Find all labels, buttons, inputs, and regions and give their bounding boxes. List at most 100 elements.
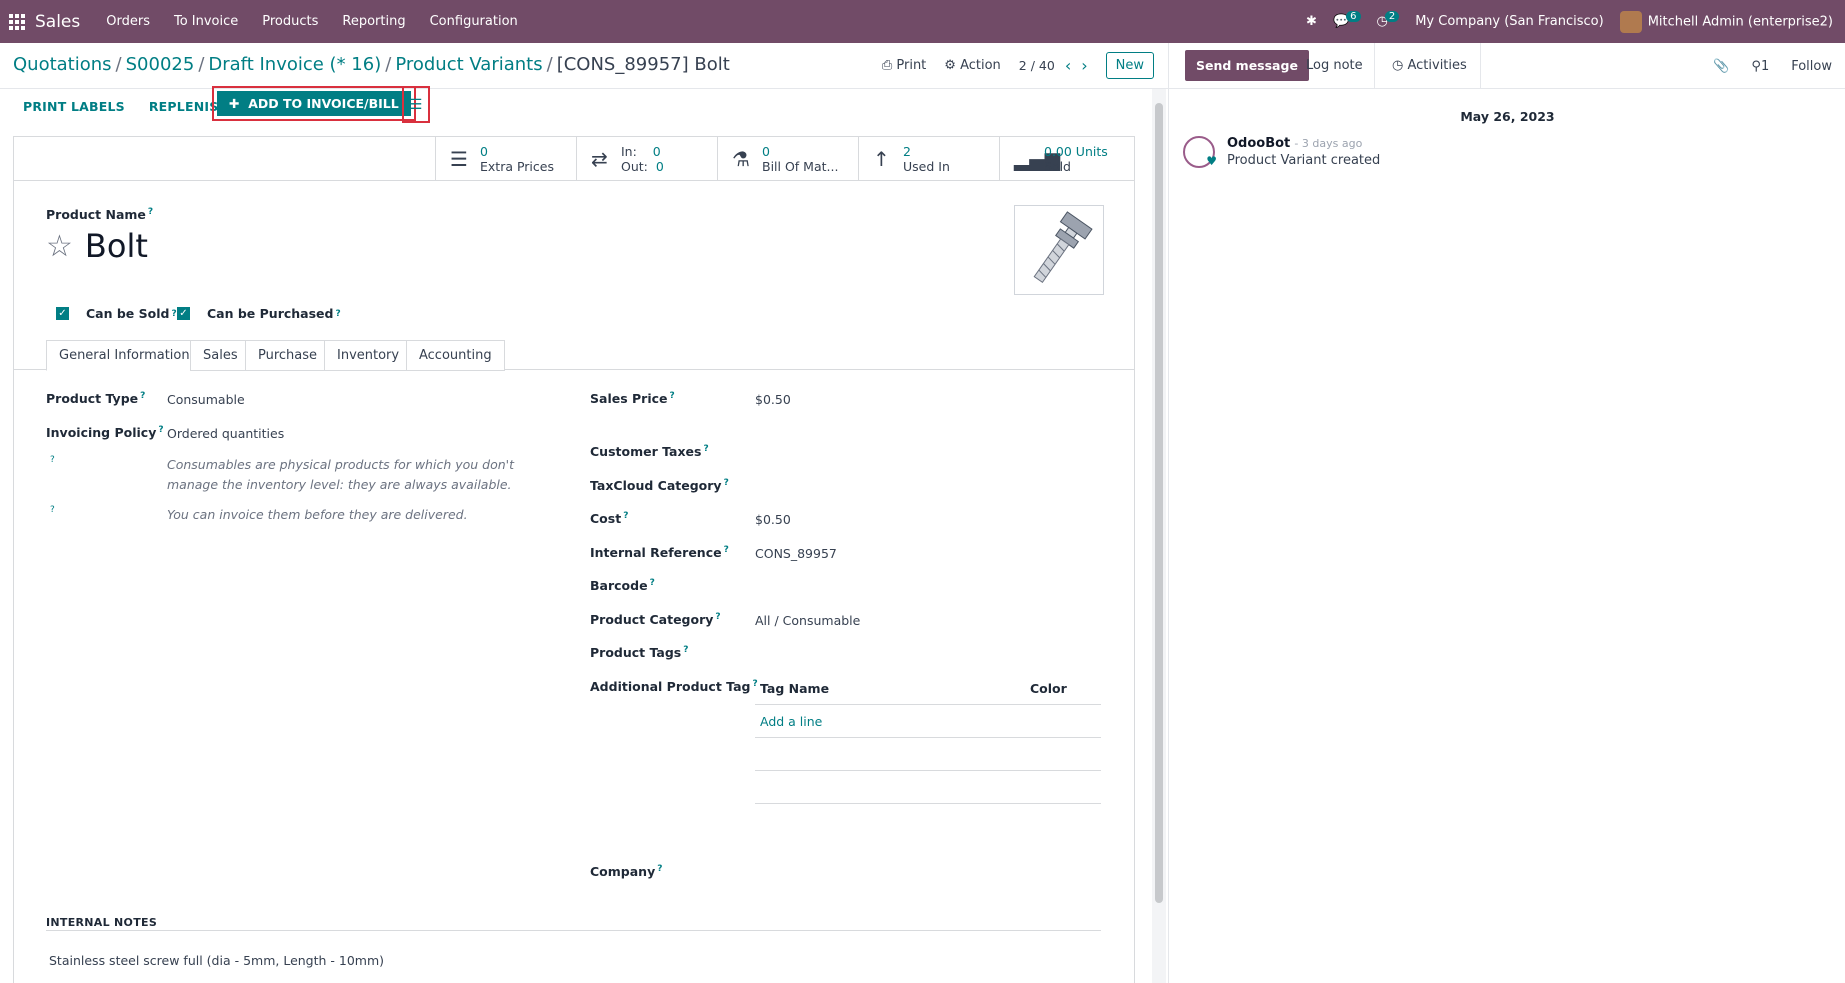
chevron-left-icon[interactable]: ‹ xyxy=(1065,56,1071,75)
stat-in-out[interactable]: ⇄ In: 0 Out: 0 xyxy=(576,137,717,181)
cost-field[interactable]: $0.50 xyxy=(755,512,791,527)
can-be-sold-checkbox[interactable]: ✓ Can be Sold? xyxy=(56,306,177,321)
stat-used-in[interactable]: ↑ 2 Used In xyxy=(858,137,999,181)
odoobot-avatar[interactable]: ♥ xyxy=(1183,136,1217,168)
add-to-invoice-button[interactable]: ✚ ADD TO INVOICE/BILL xyxy=(217,91,411,116)
action-button[interactable]: ⚙ Action xyxy=(944,58,1001,73)
cost-label: Cost? xyxy=(590,511,629,527)
chatter-panel: Send message Log note ◷ Activities 📎 ⚲1 … xyxy=(1168,43,1845,983)
product-name-field[interactable]: Bolt xyxy=(85,227,148,265)
new-button[interactable]: New xyxy=(1105,52,1154,79)
messages-badge: 6 xyxy=(1346,11,1361,22)
breadcrumb-draft-invoice[interactable]: Draft Invoice (* 16) xyxy=(208,54,381,75)
star-icon[interactable]: ☆ xyxy=(46,229,73,264)
print-labels-button[interactable]: PRINT LABELS xyxy=(23,99,125,114)
signal-icon: ▂▄▆ xyxy=(1014,147,1061,171)
product-image[interactable] xyxy=(1014,205,1104,295)
breadcrumb-product-variants[interactable]: Product Variants xyxy=(395,54,542,75)
send-message-button[interactable]: Send message xyxy=(1185,50,1309,81)
exchange-icon: ⇄ xyxy=(591,147,608,171)
log-note-button[interactable]: Log note xyxy=(1306,43,1363,89)
user-avatar xyxy=(1619,10,1642,33)
notebook-tabs: General Information Sales Purchase Inven… xyxy=(14,340,1134,371)
table-row xyxy=(755,738,1101,771)
product-type-field[interactable]: Consumable xyxy=(167,392,245,407)
apps-grid-icon[interactable] xyxy=(9,13,25,30)
checkbox-checked-icon: ✓ xyxy=(177,307,190,320)
internal-reference-field[interactable]: CONS_89957 xyxy=(755,546,837,561)
breadcrumb-order[interactable]: S00025 xyxy=(126,54,195,75)
pager-value[interactable]: 2 / 40 xyxy=(1019,58,1055,73)
breadcrumb: Quotations / S00025/Draft Invoice (* 16) / P… xyxy=(13,54,730,75)
main-menu: Orders To Invoice Products Reporting Con… xyxy=(94,14,530,29)
activities-button[interactable]: ◷ Activities xyxy=(1392,43,1467,89)
barcode-label: Barcode? xyxy=(590,578,655,594)
product-tags-label: Product Tags? xyxy=(590,645,689,661)
help-tooltip-icon[interactable]: ? xyxy=(50,505,55,515)
heart-icon: ♥ xyxy=(1206,154,1217,168)
col-color[interactable]: Color xyxy=(1030,681,1067,696)
breadcrumb-quotations[interactable]: Quotations xyxy=(13,54,112,75)
tab-accounting[interactable]: Accounting xyxy=(406,340,505,371)
followers-button[interactable]: ⚲1 xyxy=(1751,59,1769,74)
print-button[interactable]: ⎙ Print xyxy=(882,58,926,73)
stat-sold[interactable]: ▂▄▆ 0.00 Units Sold xyxy=(999,137,1135,181)
activities-menu[interactable]: ◷2 xyxy=(1377,11,1400,29)
message-date-separator: May 26, 2023 xyxy=(1460,109,1555,124)
form-sheet: ☰ 0 Extra Prices ⇄ In: 0 Out: 0 ⚗ 0 Bill O… xyxy=(13,136,1135,983)
breadcrumb-current: [CONS_89957] Bolt xyxy=(556,54,730,75)
product-type-label: Product Type? xyxy=(46,391,146,407)
follow-button[interactable]: Follow xyxy=(1791,59,1832,74)
menu-products[interactable]: Products xyxy=(250,14,330,29)
message-body: Product Variant created xyxy=(1227,153,1381,168)
paperclip-icon[interactable]: 📎 xyxy=(1713,59,1729,74)
tab-inventory[interactable]: Inventory xyxy=(324,340,413,371)
company-switcher[interactable]: My Company (San Francisco) xyxy=(1415,14,1603,29)
customer-taxes-label: Customer Taxes? xyxy=(590,444,709,460)
gear-icon: ⚙ xyxy=(944,58,956,73)
form-scrollbar[interactable] xyxy=(1152,89,1166,983)
can-be-purchased-checkbox[interactable]: ✓ Can be Purchased? xyxy=(177,306,341,321)
menu-orders[interactable]: Orders xyxy=(94,14,162,29)
invoicing-policy-field[interactable]: Ordered quantities xyxy=(167,426,284,441)
divider xyxy=(46,930,1101,931)
internal-notes-label: INTERNAL NOTES xyxy=(46,916,158,929)
list-view-button[interactable]: ☰ xyxy=(402,86,430,123)
stat-extra-prices[interactable]: ☰ 0 Extra Prices xyxy=(435,137,576,181)
menu-reporting[interactable]: Reporting xyxy=(330,14,417,29)
taxcloud-category-label: TaxCloud Category? xyxy=(590,478,729,494)
additional-product-tag-label: Additional Product Tag? xyxy=(590,679,758,695)
user-menu[interactable]: Mitchell Admin (enterprise2) xyxy=(1619,10,1833,33)
message-author[interactable]: OdooBot xyxy=(1227,136,1290,151)
user-icon: ⚲ xyxy=(1751,58,1761,74)
scrollbar-thumb[interactable] xyxy=(1155,103,1163,903)
bug-icon[interactable]: ✱ xyxy=(1306,14,1317,29)
sales-price-field[interactable]: $0.50 xyxy=(755,392,791,407)
checkbox-checked-icon: ✓ xyxy=(56,307,69,320)
menu-configuration[interactable]: Configuration xyxy=(418,14,530,29)
menu-to-invoice[interactable]: To Invoice xyxy=(162,14,250,29)
message-time: - 3 days ago xyxy=(1294,137,1363,150)
invoicing-help: You can invoice them before they are del… xyxy=(167,507,468,522)
product-category-field[interactable]: All / Consumable xyxy=(755,613,860,628)
stat-bill-of-materials[interactable]: ⚗ 0 Bill Of Mat... xyxy=(717,137,858,181)
table-row xyxy=(755,771,1101,804)
add-line-link[interactable]: Add a line xyxy=(755,714,822,729)
tab-general-information[interactable]: General Information xyxy=(46,340,203,371)
printer-icon: ⎙ xyxy=(881,58,893,73)
chevron-right-icon[interactable]: › xyxy=(1081,56,1087,75)
clock-icon: ◷ xyxy=(1392,58,1404,73)
control-actions: ⎙ Print ⚙ Action 2 / 40 ‹ › New xyxy=(882,52,1154,79)
tab-purchase[interactable]: Purchase xyxy=(245,340,331,371)
app-brand[interactable]: Sales xyxy=(35,12,80,32)
table-header: Tag Name Color xyxy=(755,672,1101,705)
internal-notes-field[interactable]: Stainless steel screw full (dia - 5mm, L… xyxy=(49,953,384,968)
form-action-bar: PRINT LABELS REPLENISH ✚ ADD TO INVOICE/… xyxy=(0,86,1152,124)
user-name: Mitchell Admin (enterprise2) xyxy=(1647,14,1833,29)
messages-menu[interactable]: 💬6 xyxy=(1333,11,1361,29)
tab-sales[interactable]: Sales xyxy=(190,340,251,371)
help-tooltip-icon[interactable]: ? xyxy=(50,455,55,465)
sales-price-label: Sales Price? xyxy=(590,391,675,407)
table-row: Add a line xyxy=(755,705,1101,738)
col-tag-name[interactable]: Tag Name xyxy=(755,681,1030,696)
